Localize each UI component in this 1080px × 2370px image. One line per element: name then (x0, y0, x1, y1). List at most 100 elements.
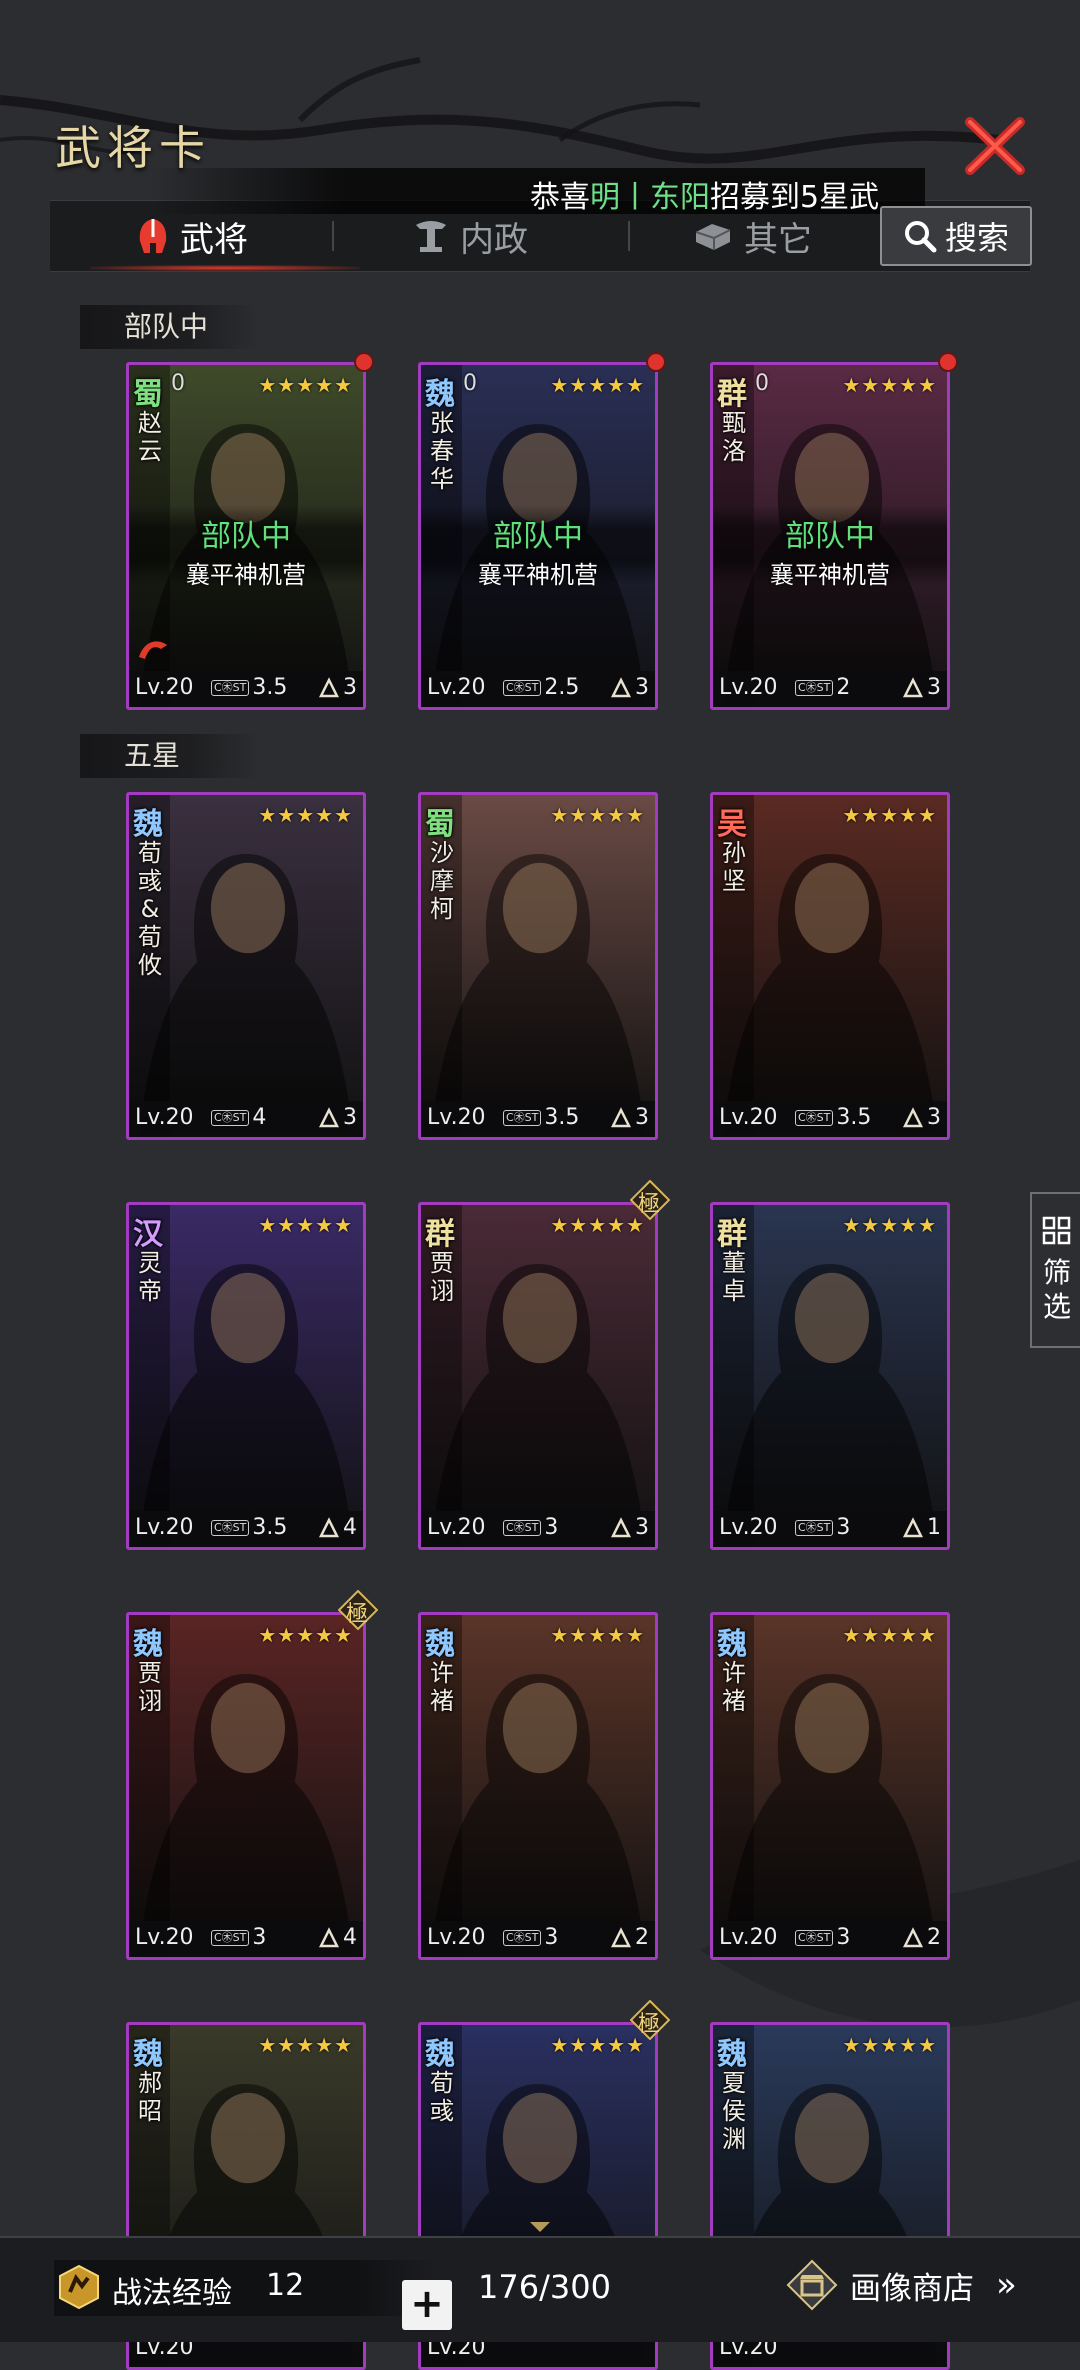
extreme-badge-text: 極 (638, 2012, 661, 2037)
faction-label: 群 (425, 1217, 455, 1252)
general-card[interactable]: 魏 ★★★★★ 许褚 Lv.20 C㊍ST 3 2 (710, 1612, 950, 1960)
general-card[interactable]: 吴 ★★★★★ 孙坚 Lv.20 C㊍ST 3.5 3 (710, 792, 950, 1140)
general-name: 郝昭 (138, 2069, 162, 2125)
grid-icon (1042, 1216, 1071, 1245)
tactic-exp-panel: 战法经验 12 + (54, 2260, 452, 2330)
card-info-bar: Lv.20 C㊍ST 3 4 (129, 1921, 363, 1957)
cost-icon: C㊍ST (795, 679, 834, 696)
general-name: 沙摩柯 (430, 839, 454, 923)
tab-label: 其它 (744, 219, 812, 260)
close-icon[interactable] (962, 112, 1028, 178)
ink-branch-decoration (0, 57, 1080, 2028)
general-name: 灵帝 (138, 1249, 162, 1305)
faction-label: 汉 (133, 1217, 163, 1252)
unit-type: 3 (317, 1105, 357, 1130)
portrait-shop-button[interactable]: 画像商店 » (786, 2252, 1017, 2318)
level-text: Lv.20 (427, 1515, 486, 1540)
camp-label: 襄平神机营 (770, 561, 890, 589)
faction-label: 魏 (133, 807, 163, 842)
star-rating: ★★★★★ (258, 803, 353, 827)
star-rating: ★★★★★ (550, 373, 645, 397)
general-card[interactable]: 蜀 ★★★★★ 沙摩柯 Lv.20 C㊍ST 3.5 3 (418, 792, 658, 1140)
level-text: Lv.20 (719, 1515, 778, 1540)
helmet-icon (139, 219, 167, 253)
bow-icon (610, 1106, 632, 1127)
level-text: Lv.20 (719, 675, 778, 700)
general-name: 孙坚 (722, 839, 746, 895)
cost-icon: C㊍ST (503, 1929, 542, 1946)
faction-label: 魏 (133, 1627, 163, 1662)
faction-label: 魏 (133, 2037, 163, 2072)
level-text: Lv.20 (719, 1925, 778, 1950)
extreme-badge: 極 (629, 1179, 671, 1221)
card-info-bar: Lv.20 C㊍ST 2.5 3 (421, 671, 655, 707)
card-info-bar: Lv.20 C㊍ST 3 1 (713, 1511, 947, 1547)
cost-icon: C㊍ST (211, 1519, 250, 1536)
cost-icon: C㊍ST (211, 679, 250, 696)
cost-icon: C㊍ST (795, 1519, 834, 1536)
unit-type: 3 (609, 1515, 649, 1540)
cost-value: C㊍ST 2.5 (503, 675, 579, 700)
search-icon (904, 221, 937, 253)
cost-value: C㊍ST 3.5 (503, 1105, 579, 1130)
chevron-right-icon: » (996, 2265, 1017, 2305)
tab-label: 武将 (180, 219, 248, 260)
add-exp-button[interactable]: + (402, 2280, 452, 2330)
section-deployed: 部队中 (80, 305, 260, 349)
level-text: Lv.20 (719, 1105, 778, 1130)
star-rating: ★★★★★ (258, 1213, 353, 1237)
star-rating: ★★★★★ (842, 2033, 937, 2057)
general-card[interactable]: 汉 ★★★★★ 灵帝 Lv.20 C㊍ST 3.5 4 (126, 1202, 366, 1550)
cost-icon: C㊍ST (503, 1109, 542, 1126)
tactic-exp-value: 12 (266, 2268, 305, 2303)
card-info-bar: Lv.20 C㊍ST 3.5 3 (713, 1101, 947, 1137)
cost-value: C㊍ST 3 (503, 1515, 558, 1540)
cavalry-shield-icon (318, 1106, 340, 1127)
cost-value: C㊍ST 4 (211, 1105, 266, 1130)
faction-label: 魏 (425, 2037, 455, 2072)
search-label: 搜索 (944, 219, 1009, 257)
general-card[interactable]: 蜀 0 ★★★★★ 赵云 部队中 襄平神机营 Lv.20 C㊍ST 3.5 3 (126, 362, 366, 710)
unit-type: 2 (609, 1925, 649, 1950)
level-text: Lv.20 (135, 1515, 194, 1540)
section-five-star: 五星 (80, 734, 260, 778)
general-card[interactable]: 群 0 ★★★★★ 甄洛 部队中 襄平神机营 Lv.20 C㊍ST 2 3 (710, 362, 950, 710)
general-card[interactable]: 魏 0 ★★★★★ 张春华 部队中 襄平神机营 Lv.20 C㊍ST 2.5 3 (418, 362, 658, 710)
notification-dot (354, 352, 374, 372)
duplicate-count: 0 (463, 371, 477, 396)
faction-label: 魏 (425, 377, 455, 412)
level-text: Lv.20 (427, 1105, 486, 1130)
level-text: Lv.20 (135, 1925, 194, 1950)
unit-type: 3 (609, 675, 649, 700)
cost-value: C㊍ST 3.5 (795, 1105, 871, 1130)
general-card[interactable]: 群 ★★★★★ 贾诩 Lv.20 C㊍ST 3 3 (418, 1202, 658, 1550)
card-count: 176/300 (478, 2268, 611, 2306)
star-rating: ★★★★★ (842, 373, 937, 397)
unit-type: 3 (901, 675, 941, 700)
unit-type: 4 (317, 1515, 357, 1540)
in-army-label: 部队中 (201, 519, 291, 554)
general-card[interactable]: 魏 ★★★★★ 荀彧&荀攸 Lv.20 C㊍ST 4 3 (126, 792, 366, 1140)
level-text: Lv.20 (135, 1105, 194, 1130)
filter-button[interactable]: 筛选 (1030, 1192, 1080, 1348)
horse-icon (902, 1516, 924, 1537)
general-name: 贾诩 (430, 1249, 454, 1305)
general-card[interactable]: 群 ★★★★★ 董卓 Lv.20 C㊍ST 3 1 (710, 1202, 950, 1550)
star-rating: ★★★★★ (550, 803, 645, 827)
general-card[interactable]: 魏 ★★★★★ 贾诩 Lv.20 C㊍ST 3 4 (126, 1612, 366, 1960)
general-name: 张春华 (430, 409, 454, 493)
star-rating: ★★★★★ (842, 803, 937, 827)
extreme-badge-text: 極 (638, 1192, 661, 1217)
camp-label: 襄平神机营 (478, 561, 598, 589)
search-button[interactable]: 搜索 (880, 206, 1032, 266)
cost-icon: C㊍ST (795, 1929, 834, 1946)
in-army-label: 部队中 (493, 519, 583, 554)
star-rating: ★★★★★ (258, 2033, 353, 2057)
unit-type: 3 (901, 1105, 941, 1130)
duplicate-count: 0 (171, 371, 185, 396)
unit-type: 4 (317, 1925, 357, 1950)
general-card[interactable]: 魏 ★★★★★ 许褚 Lv.20 C㊍ST 3 2 (418, 1612, 658, 1960)
deployed-status: 部队中 襄平神机营 (421, 505, 655, 589)
notification-dot (938, 352, 958, 372)
card-info-bar: Lv.20 C㊍ST 3.5 4 (129, 1511, 363, 1547)
